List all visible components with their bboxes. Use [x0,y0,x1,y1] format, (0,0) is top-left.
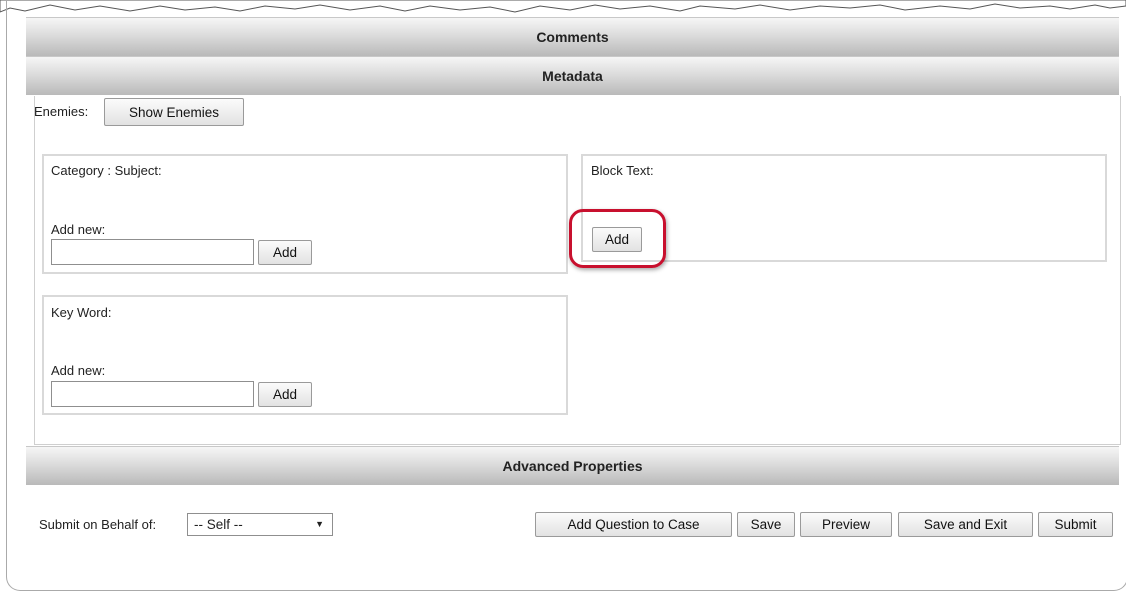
category-add-input[interactable] [51,239,254,265]
keyword-add-input[interactable] [51,381,254,407]
keyword-title: Key Word: [51,305,112,320]
advanced-properties-section-header[interactable]: Advanced Properties [26,446,1119,485]
category-subject-title: Category : Subject: [51,163,162,178]
dropdown-arrow-icon: ▼ [315,519,324,529]
highlight-callout [569,209,666,268]
keyword-add-new-label: Add new: [51,363,106,378]
submit-on-behalf-label: Submit on Behalf of: [39,517,157,532]
block-text-title: Block Text: [591,163,654,178]
show-enemies-button[interactable]: Show Enemies [104,98,244,126]
preview-button[interactable]: Preview [800,512,892,537]
add-question-to-case-button[interactable]: Add Question to Case [535,512,732,537]
comments-section-header[interactable]: Comments [26,17,1119,56]
category-add-button[interactable]: Add [258,240,312,265]
save-button[interactable]: Save [737,512,795,537]
keyword-add-button[interactable]: Add [258,382,312,407]
category-add-new-label: Add new: [51,222,106,237]
submit-on-behalf-select[interactable]: -- Self -- ▼ [187,513,333,536]
metadata-section-header[interactable]: Metadata [26,56,1119,95]
save-and-exit-button[interactable]: Save and Exit [898,512,1033,537]
enemies-label: Enemies: [34,104,89,119]
submit-on-behalf-value: -- Self -- [194,517,243,532]
submit-button[interactable]: Submit [1038,512,1113,537]
